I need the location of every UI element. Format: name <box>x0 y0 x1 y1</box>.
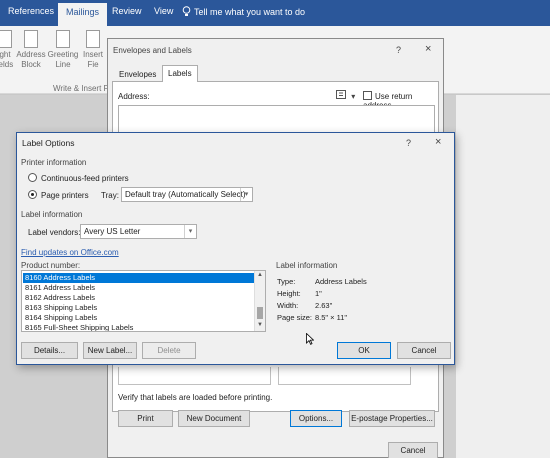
tab-references[interactable]: References <box>8 6 54 16</box>
info-page-size-key: Page size: <box>277 313 313 322</box>
scrollbar-thumb[interactable] <box>257 307 263 319</box>
ribbon-button-label: Fie <box>87 60 99 69</box>
greeting-line-icon <box>56 30 70 48</box>
label-info-heading: Label information <box>276 261 338 270</box>
checkbox-box <box>363 91 372 100</box>
page-printers-label: Page printers <box>41 191 89 200</box>
product-number-list[interactable]: 8160 Address Labels 8161 Address Labels … <box>21 270 266 332</box>
print-options-box <box>118 367 271 385</box>
insert-field-icon <box>86 30 100 48</box>
e-postage-properties-button[interactable]: E-postage Properties... <box>349 410 435 427</box>
label-options-dialog: Label Options ? × Printer information Co… <box>16 132 455 365</box>
info-page-size-value: 8.5" × 11" <box>315 313 348 322</box>
info-width-key: Width: <box>277 301 299 310</box>
options-button[interactable]: Options... <box>290 410 342 427</box>
info-type-key: Type: <box>277 277 296 286</box>
ok-button[interactable]: OK <box>337 342 391 359</box>
tell-me-text: Tell me what you want to do <box>194 7 306 17</box>
greeting-line-button[interactable]: Greeting Line <box>46 30 80 70</box>
label-vendors-select[interactable]: Avery US Letter ▾ <box>80 224 197 239</box>
tab-envelopes[interactable]: Envelopes <box>114 67 161 82</box>
document-page <box>456 95 550 458</box>
info-height-key: Height: <box>277 289 301 298</box>
label-preview-box[interactable] <box>278 367 411 385</box>
dialog-title: Label Options <box>22 138 75 148</box>
cancel-button[interactable]: Cancel <box>397 342 451 359</box>
tell-me-search[interactable]: Tell me what you want to do <box>182 6 305 17</box>
help-button[interactable]: ? <box>406 138 411 148</box>
address-block-icon <box>24 30 38 48</box>
ribbon-tab-bar: References Mailings Review View Tell me … <box>0 0 550 26</box>
list-item[interactable]: 8163 Shipping Labels <box>23 303 255 313</box>
find-updates-link[interactable]: Find updates on Office.com <box>21 248 119 257</box>
chevron-down-icon: ▾ <box>351 92 356 101</box>
ribbon-button-label: ields <box>0 60 14 69</box>
close-button[interactable]: × <box>425 43 431 55</box>
info-type-value: Address Labels <box>315 277 367 286</box>
new-label-button[interactable]: New Label... <box>83 342 137 359</box>
tray-label: Tray: <box>101 191 119 200</box>
address-label: Address: <box>118 92 150 101</box>
mouse-cursor-icon <box>306 333 314 345</box>
label-information-heading: Label information <box>21 210 83 219</box>
info-width-value: 2.63" <box>315 301 333 310</box>
printer-information-heading: Printer information <box>21 158 87 167</box>
list-item[interactable]: 8160 Address Labels <box>23 273 255 283</box>
ribbon-button-label: Insert <box>82 50 103 59</box>
ribbon-button-label: ght <box>0 50 11 59</box>
scroll-down-icon[interactable]: ▼ <box>255 321 265 330</box>
list-item[interactable]: 8161 Address Labels <box>23 283 255 293</box>
list-scrollbar[interactable]: ▲ ▼ <box>254 271 265 331</box>
tab-view[interactable]: View <box>154 6 173 16</box>
details-button[interactable]: Details... <box>21 342 78 359</box>
address-book-button[interactable]: ▾ <box>336 90 355 101</box>
address-book-icon <box>336 90 346 99</box>
ribbon-button-label: Line <box>55 60 71 69</box>
help-button[interactable]: ? <box>396 45 401 55</box>
ribbon-button-label: Address <box>16 50 46 59</box>
document-icon <box>0 30 12 48</box>
tray-select[interactable]: Default tray (Automatically Select) ▾ <box>121 187 253 202</box>
product-number-label: Product number: <box>21 261 81 270</box>
tab-strip: Envelopes Labels <box>112 65 439 83</box>
list-item[interactable]: 8162 Address Labels <box>23 293 255 303</box>
close-button[interactable]: × <box>435 136 441 148</box>
ribbon-group-label: Write & Insert Fi <box>53 84 111 93</box>
continuous-feed-radio[interactable] <box>28 173 37 182</box>
chevron-down-icon: ▾ <box>184 225 196 238</box>
label-vendors-label: Label vendors: <box>28 228 81 237</box>
verify-text: Verify that labels are loaded before pri… <box>118 393 273 402</box>
tab-labels[interactable]: Labels <box>162 65 198 83</box>
cancel-button[interactable]: Cancel <box>388 442 438 458</box>
ribbon-button-label: Greeting <box>47 50 79 59</box>
lightbulb-icon <box>182 6 191 16</box>
tray-value: Default tray (Automatically Select) <box>125 190 246 199</box>
label-vendors-value: Avery US Letter <box>84 227 141 236</box>
tab-mailings[interactable]: Mailings <box>58 3 108 26</box>
address-textarea[interactable] <box>118 105 435 135</box>
delete-button[interactable]: Delete <box>142 342 196 359</box>
scroll-up-icon[interactable]: ▲ <box>255 271 265 280</box>
list-item[interactable]: 8164 Shipping Labels <box>23 313 255 323</box>
insert-field-button[interactable]: Insert Fie <box>76 30 110 70</box>
ribbon-button-label: Block <box>21 60 41 69</box>
page-printers-radio[interactable] <box>28 190 37 199</box>
dialog-title: Envelopes and Labels <box>113 46 192 55</box>
chevron-down-icon: ▾ <box>240 188 252 201</box>
info-height-value: 1" <box>315 289 322 298</box>
tab-review[interactable]: Review <box>112 6 142 16</box>
continuous-feed-label: Continuous-feed printers <box>41 174 129 183</box>
print-button[interactable]: Print <box>118 410 173 427</box>
new-document-button[interactable]: New Document <box>178 410 250 427</box>
list-item[interactable]: 8165 Full-Sheet Shipping Labels <box>23 323 255 331</box>
address-block-button[interactable]: Address Block <box>14 30 48 70</box>
